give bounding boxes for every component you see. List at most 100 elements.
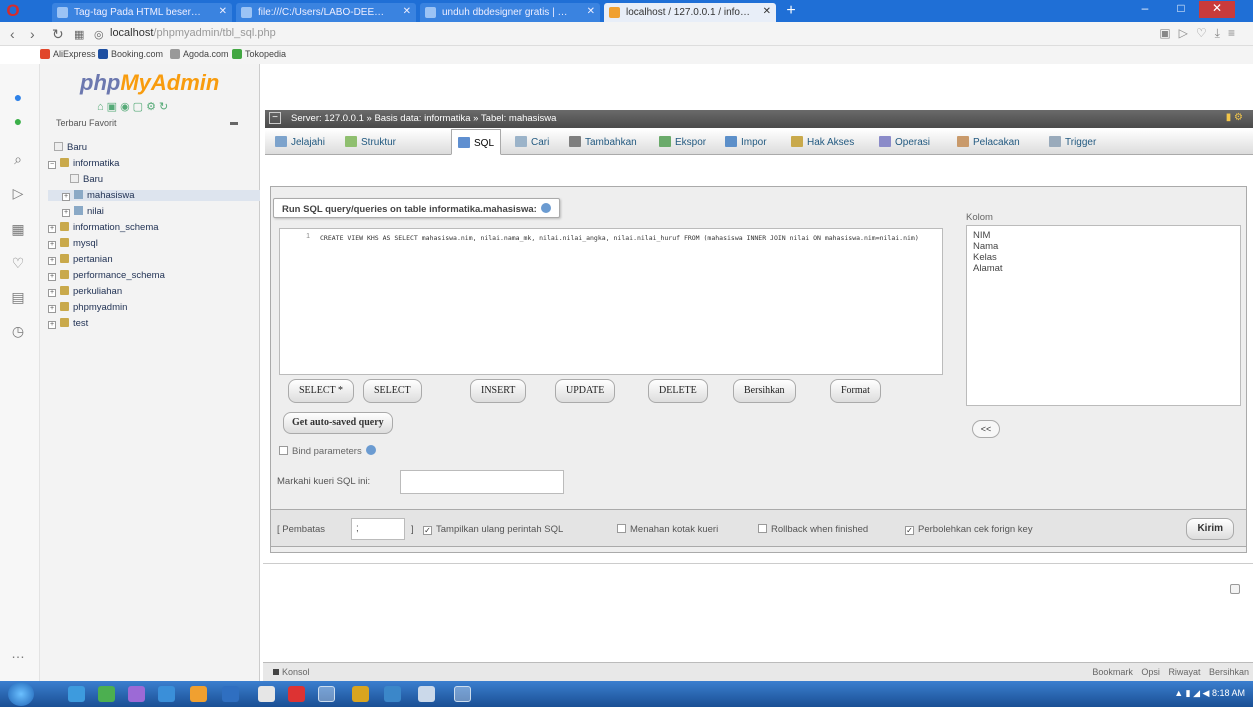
browser-tab-4[interactable]: localhost / 127.0.0.1 / info… ✕ [604, 3, 776, 22]
tab-hak-akses[interactable]: Hak Akses [785, 129, 860, 155]
bind-parameters-checkbox[interactable] [279, 446, 288, 455]
expand-icon[interactable]: + [62, 209, 70, 217]
reload-icon[interactable]: ↻ [52, 26, 64, 43]
explorer-icon[interactable] [222, 686, 239, 702]
send-icon[interactable]: ▷ [1179, 26, 1196, 40]
paint-icon[interactable] [384, 686, 401, 702]
opera-logo-icon[interactable]: O [4, 2, 22, 20]
tree-item-new-table[interactable]: Baru [70, 174, 103, 185]
expand-icon[interactable]: + [48, 273, 56, 281]
close-icon[interactable]: ✕ [763, 6, 771, 17]
bookmark-tokopedia[interactable]: Tokopedia [232, 49, 286, 59]
show-query-checkbox[interactable]: ✓ [423, 526, 432, 535]
settings-icon[interactable]: ⚙ [146, 101, 159, 113]
sql-query-text[interactable]: CREATE VIEW KHS AS SELECT mahasiswa.nim,… [320, 233, 935, 243]
tree-item-pertanian[interactable]: + pertanian [48, 254, 113, 265]
tree-item-mysql[interactable]: + mysql [48, 238, 98, 249]
file-manager-icon[interactable] [418, 686, 435, 702]
bookmark-input[interactable] [400, 470, 564, 494]
task-icon[interactable] [454, 686, 471, 702]
back-icon[interactable]: ‹ [10, 26, 15, 42]
phpmyadmin-logo[interactable]: phpMyAdmin [80, 70, 219, 96]
bookmark-agoda[interactable]: Agoda.com [170, 49, 229, 59]
snapshot-icon[interactable]: ▣ [1159, 26, 1178, 40]
tree-item-test[interactable]: + test [48, 318, 88, 329]
tab-pelacakan[interactable]: Pelacakan [951, 129, 1026, 155]
logout-icon[interactable]: ▣ [107, 101, 120, 113]
tab-sql[interactable]: SQL [451, 129, 502, 155]
speed-dial-icon[interactable]: ▦ [7, 218, 29, 240]
onenote-icon[interactable] [128, 686, 145, 702]
new-tab-button[interactable]: + [780, 3, 802, 20]
desktop-icon[interactable] [68, 686, 85, 702]
docs-icon[interactable]: ▢ [133, 101, 146, 113]
collapse-nav-icon[interactable]: − [269, 112, 281, 124]
word-icon[interactable] [158, 686, 175, 702]
tree-item-nilai[interactable]: + nilai [62, 206, 104, 217]
clear-button[interactable]: Bersihkan [733, 379, 796, 403]
column-option[interactable]: Nama [973, 241, 1234, 252]
expand-icon[interactable]: + [48, 321, 56, 329]
powerpoint-icon[interactable] [190, 686, 207, 702]
show-query-option[interactable]: ✓ Tampilkan ulang perintah SQL [423, 524, 563, 535]
heart-icon[interactable]: ♡ [7, 252, 29, 274]
insert-column-button[interactable]: << [972, 420, 1000, 438]
column-option[interactable]: NIM [973, 230, 1234, 241]
retain-box-checkbox[interactable] [617, 524, 626, 533]
help-icon[interactable] [540, 203, 551, 213]
rollback-checkbox[interactable] [758, 524, 767, 533]
console-link-options[interactable]: Opsi [1141, 667, 1160, 677]
format-button[interactable]: Format [830, 379, 881, 403]
xampp-icon[interactable] [352, 686, 369, 702]
home-icon[interactable]: ⌂ [97, 101, 107, 113]
fk-checks-option[interactable]: ✓ Perbolehkan cek forign key [905, 524, 1033, 535]
tab-trigger[interactable]: Trigger [1043, 129, 1102, 155]
whatsapp-icon[interactable]: ● [7, 110, 29, 132]
console-link-clear[interactable]: Bersihkan [1209, 667, 1249, 677]
update-button[interactable]: UPDATE [555, 379, 616, 403]
browser-tab-2[interactable]: file:///C:/Users/LABO-DEE… ✕ [236, 3, 416, 22]
console-toggle[interactable]: Konsol [273, 667, 310, 677]
tree-item-mahasiswa[interactable]: + mahasiswa [48, 190, 260, 201]
get-autosaved-query-button[interactable]: Get auto-saved query [283, 412, 393, 434]
console-link-bookmark[interactable]: Bookmark [1092, 667, 1133, 677]
tab-jelajahi[interactable]: Jelajahi [269, 129, 331, 155]
delete-button[interactable]: DELETE [648, 379, 708, 403]
news-icon[interactable]: ▤ [7, 286, 29, 308]
minimize-icon[interactable]: ‒ [1127, 1, 1163, 18]
tree-item-performance-schema[interactable]: + performance_schema [48, 270, 165, 281]
expand-icon[interactable]: + [48, 241, 56, 249]
columns-list[interactable]: NIM Nama Kelas Alamat [966, 225, 1241, 406]
start-button[interactable] [8, 682, 34, 706]
retain-box-option[interactable]: Menahan kotak kueri [617, 524, 718, 535]
tree-item-informatika[interactable]: − informatika [48, 158, 119, 169]
tab-cari[interactable]: Cari [509, 129, 555, 155]
clock[interactable]: 8:18 AM [1212, 688, 1245, 698]
sql-query-editor[interactable]: 1 CREATE VIEW KHS AS SELECT mahasiswa.ni… [279, 228, 943, 375]
rollback-option[interactable]: Rollback when finished [758, 524, 868, 535]
tab-impor[interactable]: Impor [719, 129, 773, 155]
help-icon[interactable] [365, 445, 376, 455]
column-option[interactable]: Alamat [973, 263, 1234, 274]
browser-tab-3[interactable]: unduh dbdesigner gratis | … ✕ [420, 3, 600, 22]
browser-tab-1[interactable]: Tag-tag Pada HTML beser… ✕ [52, 3, 232, 22]
close-icon[interactable]: ✕ [587, 6, 595, 17]
expand-icon[interactable]: + [62, 193, 70, 201]
select-button[interactable]: SELECT [363, 379, 422, 403]
excel-icon[interactable] [98, 686, 115, 702]
page-settings-icon[interactable] [1230, 584, 1240, 594]
expand-icon[interactable]: + [48, 257, 56, 265]
recent-favorites-tabs[interactable]: Terbaru Favorit [56, 118, 117, 128]
expand-icon[interactable]: + [48, 225, 56, 233]
opera-task-icon[interactable] [318, 686, 335, 702]
site-info-icon[interactable]: ◎ [94, 28, 104, 41]
reload-nav-icon[interactable]: ↻ [159, 101, 171, 113]
tree-item-information-schema[interactable]: + information_schema [48, 222, 159, 233]
close-icon[interactable]: ✕ [219, 6, 227, 17]
breadcrumb-text[interactable]: Server: 127.0.0.1 » Basis data: informat… [291, 113, 556, 124]
go-button[interactable]: Kirim [1186, 518, 1234, 540]
console-link-history[interactable]: Riwayat [1168, 667, 1200, 677]
forward-icon[interactable]: › [30, 26, 35, 42]
download-icon[interactable]: ⤓ [1215, 26, 1228, 40]
notepad-icon[interactable] [258, 686, 275, 702]
